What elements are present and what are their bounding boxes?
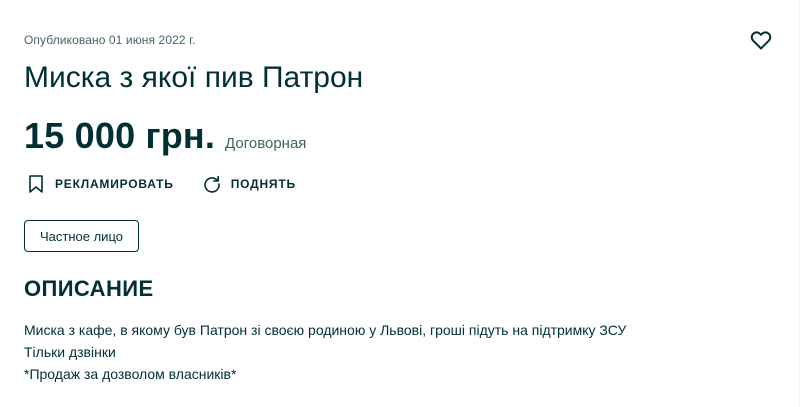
description-text: Миска з кафе, в якому був Патрон зі своє… [24,319,764,385]
price-negotiable-note: Договорная [225,135,307,152]
seller-type-badge[interactable]: Частное лицо [24,220,139,252]
bookmark-icon [24,172,48,196]
promote-button[interactable]: РЕКЛАМИРОВАТЬ [24,172,174,196]
description-heading: ОПИСАНИЕ [24,276,154,301]
description-line: Миска з кафе, в якому був Патрон зі своє… [24,322,627,338]
raise-label: ПОДНЯТЬ [230,177,296,191]
price: 15 000 грн. [24,115,216,156]
ad-title: Миска з якої пив Патрон [24,61,364,94]
description-line: *Продаж за дозволом власників* [24,366,237,382]
favorite-button[interactable] [749,28,773,52]
price-row: 15 000 грн. Договорная [24,112,306,160]
description-line: Тільки дзвінки [24,344,116,360]
promote-label: РЕКЛАМИРОВАТЬ [55,177,174,191]
ad-details-card: Опубликовано 01 июня 2022 г. Миска з яко… [0,0,800,407]
published-date: Опубликовано 01 июня 2022 г. [24,33,196,47]
refresh-icon [200,172,224,196]
heart-icon [749,28,773,52]
raise-button[interactable]: ПОДНЯТЬ [200,172,296,196]
ad-actions: РЕКЛАМИРОВАТЬ ПОДНЯТЬ [24,172,322,196]
